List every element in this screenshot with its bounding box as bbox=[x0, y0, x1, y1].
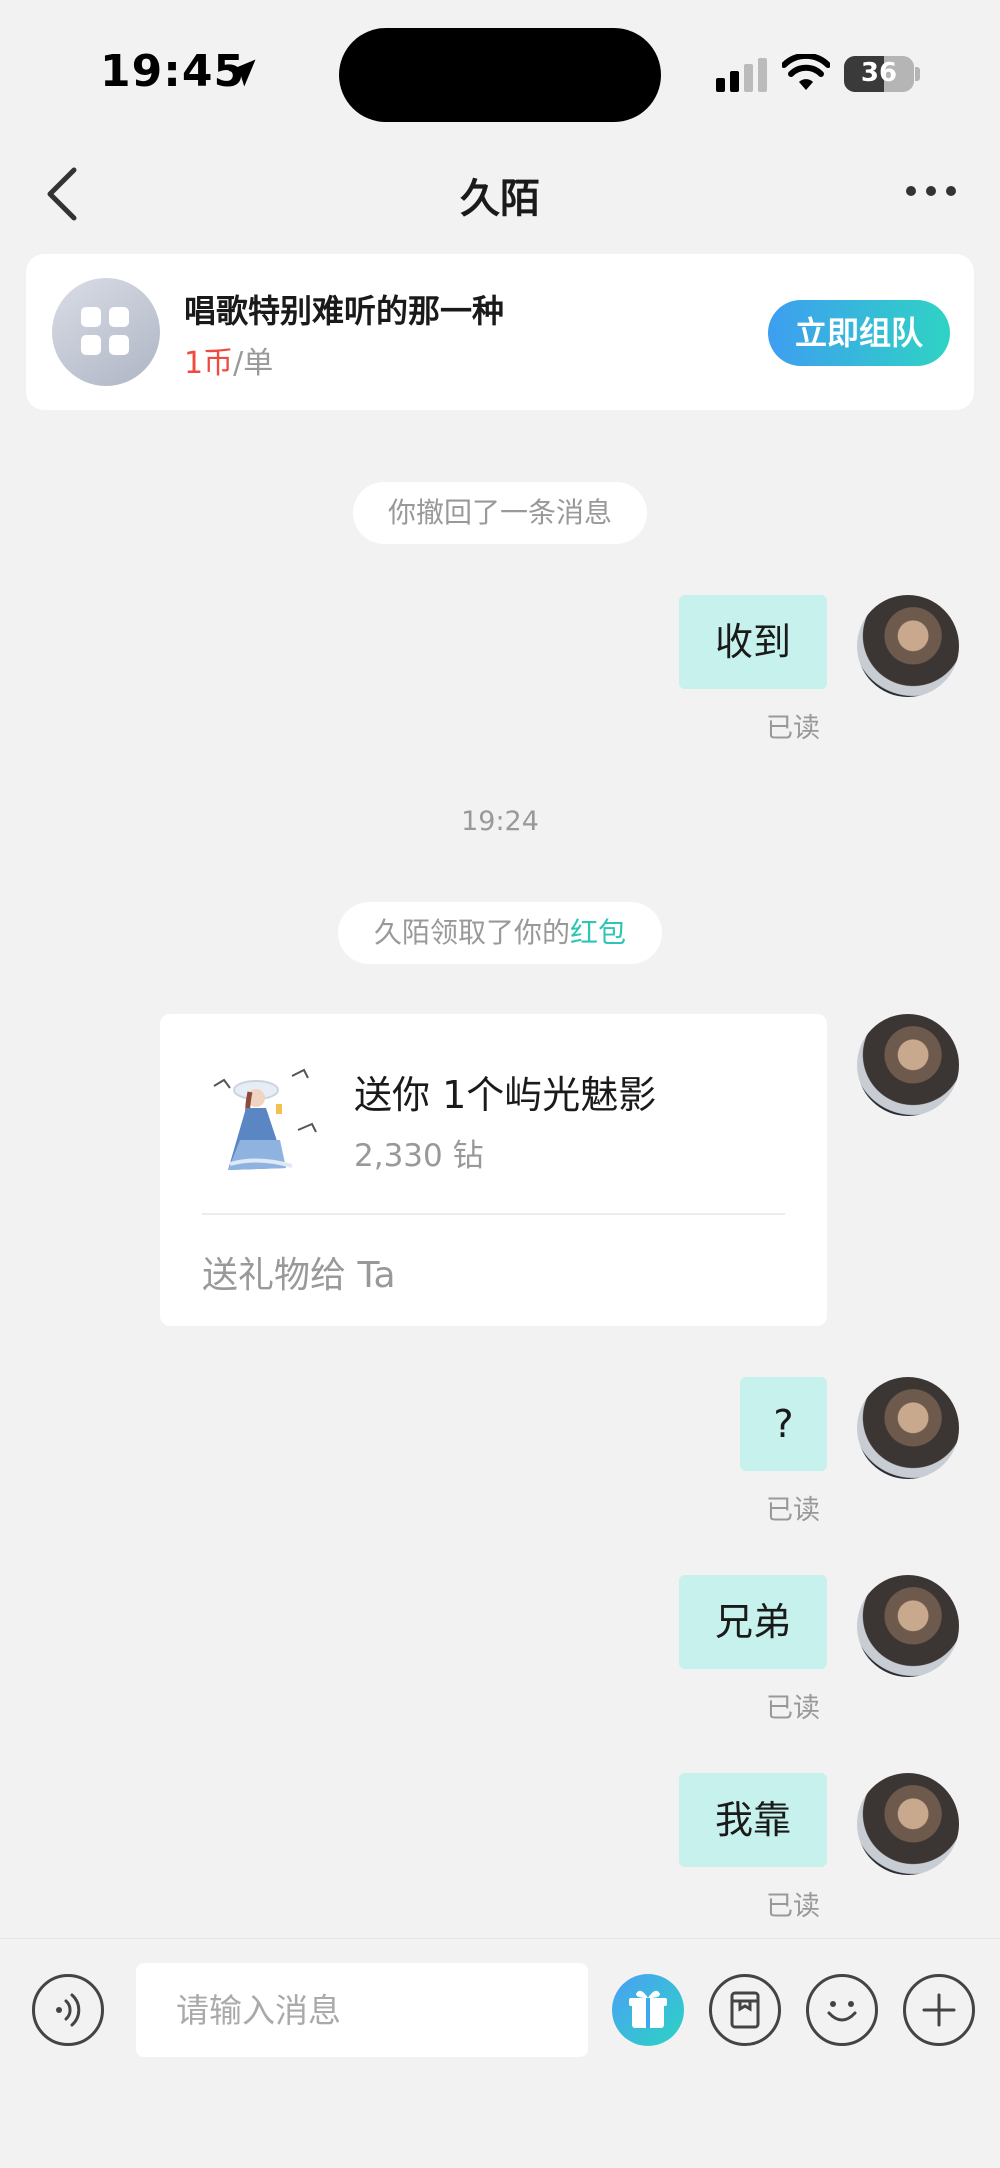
read-status: 已读 bbox=[766, 713, 820, 744]
read-status: 已读 bbox=[766, 1693, 820, 1724]
message-input[interactable] bbox=[136, 1963, 588, 2057]
redpacket-link[interactable]: 红包 bbox=[570, 916, 626, 949]
grid-apps-icon bbox=[52, 278, 160, 386]
message-timestamp: 19:24 bbox=[461, 806, 539, 837]
read-status: 已读 bbox=[766, 1495, 820, 1526]
team-price: 1币/单 bbox=[184, 338, 273, 382]
team-title: 唱歌特别难听的那一种 bbox=[184, 292, 505, 330]
battery-tip bbox=[915, 67, 920, 81]
avatar[interactable] bbox=[857, 1377, 959, 1479]
voice-icon[interactable] bbox=[32, 1974, 104, 2046]
redpacket-notice: 久陌领取了你的红包 bbox=[338, 902, 662, 964]
avatar[interactable] bbox=[857, 595, 959, 697]
avatar[interactable] bbox=[857, 1575, 959, 1677]
gift-title: 送你 1个屿光魅影 bbox=[354, 1073, 657, 1117]
wifi-icon bbox=[782, 54, 830, 90]
dynamic-island bbox=[339, 28, 661, 122]
gift-icon[interactable] bbox=[612, 1974, 684, 2046]
avatar[interactable] bbox=[857, 1014, 959, 1116]
more-dots-icon[interactable] bbox=[906, 186, 956, 200]
gift-price: 2,330 钻 bbox=[354, 1138, 484, 1174]
gift-card[interactable]: 送你 1个屿光魅影 2,330 钻 送礼物给 Ta bbox=[160, 1014, 827, 1326]
plus-icon[interactable] bbox=[903, 1974, 975, 2046]
team-card[interactable]: 唱歌特别难听的那一种 1币/单 立即组队 bbox=[26, 254, 974, 410]
gift-divider bbox=[202, 1213, 785, 1215]
chat-title: 久陌 bbox=[460, 176, 540, 222]
sticker-icon[interactable] bbox=[709, 1974, 781, 2046]
battery-icon: 36 bbox=[844, 56, 914, 92]
join-team-button[interactable]: 立即组队 bbox=[768, 300, 950, 366]
battery-percent: 36 bbox=[860, 58, 898, 88]
message-bubble[interactable]: 我靠 bbox=[679, 1773, 827, 1867]
message-bubble[interactable]: 收到 bbox=[679, 595, 827, 689]
location-arrow-icon bbox=[228, 59, 256, 87]
recall-notice: 你撤回了一条消息 bbox=[353, 482, 647, 544]
team-price-unit: /单 bbox=[233, 346, 274, 381]
emoji-icon[interactable] bbox=[806, 1974, 878, 2046]
input-bar bbox=[0, 1938, 1000, 2168]
cellular-signal-icon bbox=[716, 58, 767, 92]
team-price-amount: 1币 bbox=[184, 346, 234, 381]
send-gift-link[interactable]: 送礼物给 Ta bbox=[202, 1246, 396, 1298]
redpacket-notice-text: 久陌领取了你的 bbox=[373, 916, 570, 949]
avatar[interactable] bbox=[857, 1773, 959, 1875]
read-status: 已读 bbox=[766, 1891, 820, 1922]
message-bubble[interactable]: 兄弟 bbox=[679, 1575, 827, 1669]
message-bubble[interactable]: ? bbox=[740, 1377, 827, 1471]
gift-illustration-icon bbox=[213, 1068, 317, 1170]
